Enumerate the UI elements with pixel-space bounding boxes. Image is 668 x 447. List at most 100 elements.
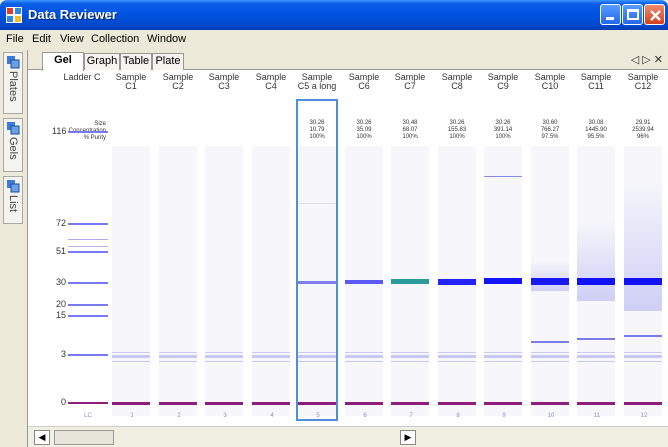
ladder-band: [68, 282, 108, 284]
faint-band: [391, 355, 429, 358]
sample-band: [484, 278, 522, 284]
ladder-lane: [68, 146, 108, 416]
ladder-band: [68, 223, 108, 225]
faint-band: [252, 361, 290, 362]
sample-header: Sample C10: [534, 72, 566, 91]
menu-window[interactable]: Window: [147, 33, 186, 45]
ladder-size-label: 51: [55, 246, 66, 256]
faint-band: [484, 352, 522, 353]
smear-band: [577, 221, 615, 301]
faint-band: [345, 361, 383, 362]
gel-view[interactable]: Ladder C SizeConcentration% Purity116725…: [28, 71, 668, 425]
menu-view[interactable]: View: [60, 33, 84, 45]
selected-lane-box[interactable]: [296, 99, 338, 421]
sample-header: Sample C6: [348, 72, 380, 91]
sample-stat: 100%: [402, 134, 418, 140]
ladder-faint-band: [68, 239, 108, 240]
marker-band: [484, 402, 522, 405]
ladder-size-label: 15: [55, 310, 66, 320]
side-panel-tabs: Plates Gels List: [0, 50, 26, 447]
faint-band: [112, 355, 150, 358]
lane-number: 2: [177, 413, 181, 419]
marker-band: [345, 402, 383, 405]
ladder-band: [68, 304, 108, 306]
faint-band: [345, 355, 383, 358]
sample-band: [391, 279, 429, 284]
faint-band: [484, 355, 522, 358]
faint-band: [345, 352, 383, 353]
faint-band: [624, 352, 662, 353]
faint-band: [205, 361, 243, 362]
close-icon: [650, 10, 661, 21]
ladder-faint-band: [68, 246, 108, 247]
sample-lane[interactable]: [205, 146, 243, 416]
sample-stat: 155.83: [447, 127, 467, 133]
horizontal-scrollbar[interactable]: ◀ ▶: [28, 426, 668, 447]
close-button[interactable]: [644, 4, 665, 25]
marker-band: [624, 402, 662, 405]
list-icon: [7, 180, 20, 193]
lane-number: 7: [409, 413, 413, 419]
sample-lane[interactable]: [112, 146, 150, 416]
minimize-button[interactable]: [600, 4, 621, 25]
tab-graph[interactable]: Graph: [84, 53, 120, 70]
sample-lower-band: [577, 338, 615, 340]
sample-band: [438, 279, 476, 285]
side-tab-gels[interactable]: Gels: [3, 118, 23, 172]
sample-header: Sample C7: [394, 72, 426, 91]
lane-number: 1: [130, 413, 134, 419]
side-tab-gels-label: Gels: [7, 137, 19, 160]
marker-band: [252, 402, 290, 405]
lane-number: 10: [547, 413, 555, 419]
faint-band: [577, 361, 615, 362]
scroll-left-button[interactable]: ◀: [34, 430, 50, 445]
faint-band: [112, 352, 150, 353]
sample-stat: 35.09: [356, 127, 372, 133]
faint-band: [531, 355, 569, 358]
faint-band: [438, 352, 476, 353]
tab-table[interactable]: Table: [120, 53, 152, 70]
plates-icon: [7, 56, 20, 69]
lane-number: LC: [84, 413, 92, 419]
side-tab-plates-label: Plates: [7, 71, 19, 102]
faint-band: [205, 355, 243, 358]
sample-stat: 95.5%: [587, 134, 605, 140]
faint-band: [624, 361, 662, 362]
lane-number: 9: [502, 413, 506, 419]
sample-header: Sample C9: [487, 72, 519, 91]
arrow-right-icon: ▶: [404, 432, 412, 442]
sample-lane[interactable]: [252, 146, 290, 416]
tab-gel[interactable]: Gel: [42, 52, 84, 71]
minimize-icon: [606, 17, 614, 20]
side-tab-list[interactable]: List: [3, 176, 23, 224]
sample-header: Sample C12: [627, 72, 659, 91]
maximize-button[interactable]: [622, 4, 643, 25]
stats-label-2: % Purity: [83, 135, 106, 141]
ladder-band: [68, 131, 108, 133]
ladder-size-label: 116: [52, 126, 67, 136]
faint-band: [205, 352, 243, 353]
sample-stat: 29.91: [635, 120, 651, 126]
menu-file[interactable]: File: [6, 33, 24, 45]
faint-band: [391, 361, 429, 362]
sample-stat: 30.08: [588, 120, 604, 126]
faint-band: [112, 361, 150, 362]
side-tab-plates[interactable]: Plates: [3, 52, 23, 114]
lane-number: 11: [593, 413, 601, 419]
lane-number: 4: [270, 413, 274, 419]
tab-plate[interactable]: Plate: [152, 53, 184, 70]
sample-lane[interactable]: [159, 146, 197, 416]
lane-number: 12: [640, 413, 648, 419]
ladder-size-label: 30: [55, 277, 66, 287]
scroll-right-button[interactable]: ▶: [400, 430, 416, 445]
faint-band: [391, 352, 429, 353]
scroll-thumb[interactable]: [54, 430, 114, 445]
title-bar[interactable]: Data Reviewer: [0, 0, 668, 30]
menu-edit[interactable]: Edit: [32, 33, 51, 45]
sample-stat: 30.26: [356, 120, 372, 126]
tab-nav-arrows[interactable]: ◁ ▷ ✕: [631, 53, 663, 66]
sample-lower-band: [624, 335, 662, 337]
sample-upper-band: [484, 176, 522, 177]
marker-band: [205, 402, 243, 405]
menu-collection[interactable]: Collection: [91, 33, 139, 45]
